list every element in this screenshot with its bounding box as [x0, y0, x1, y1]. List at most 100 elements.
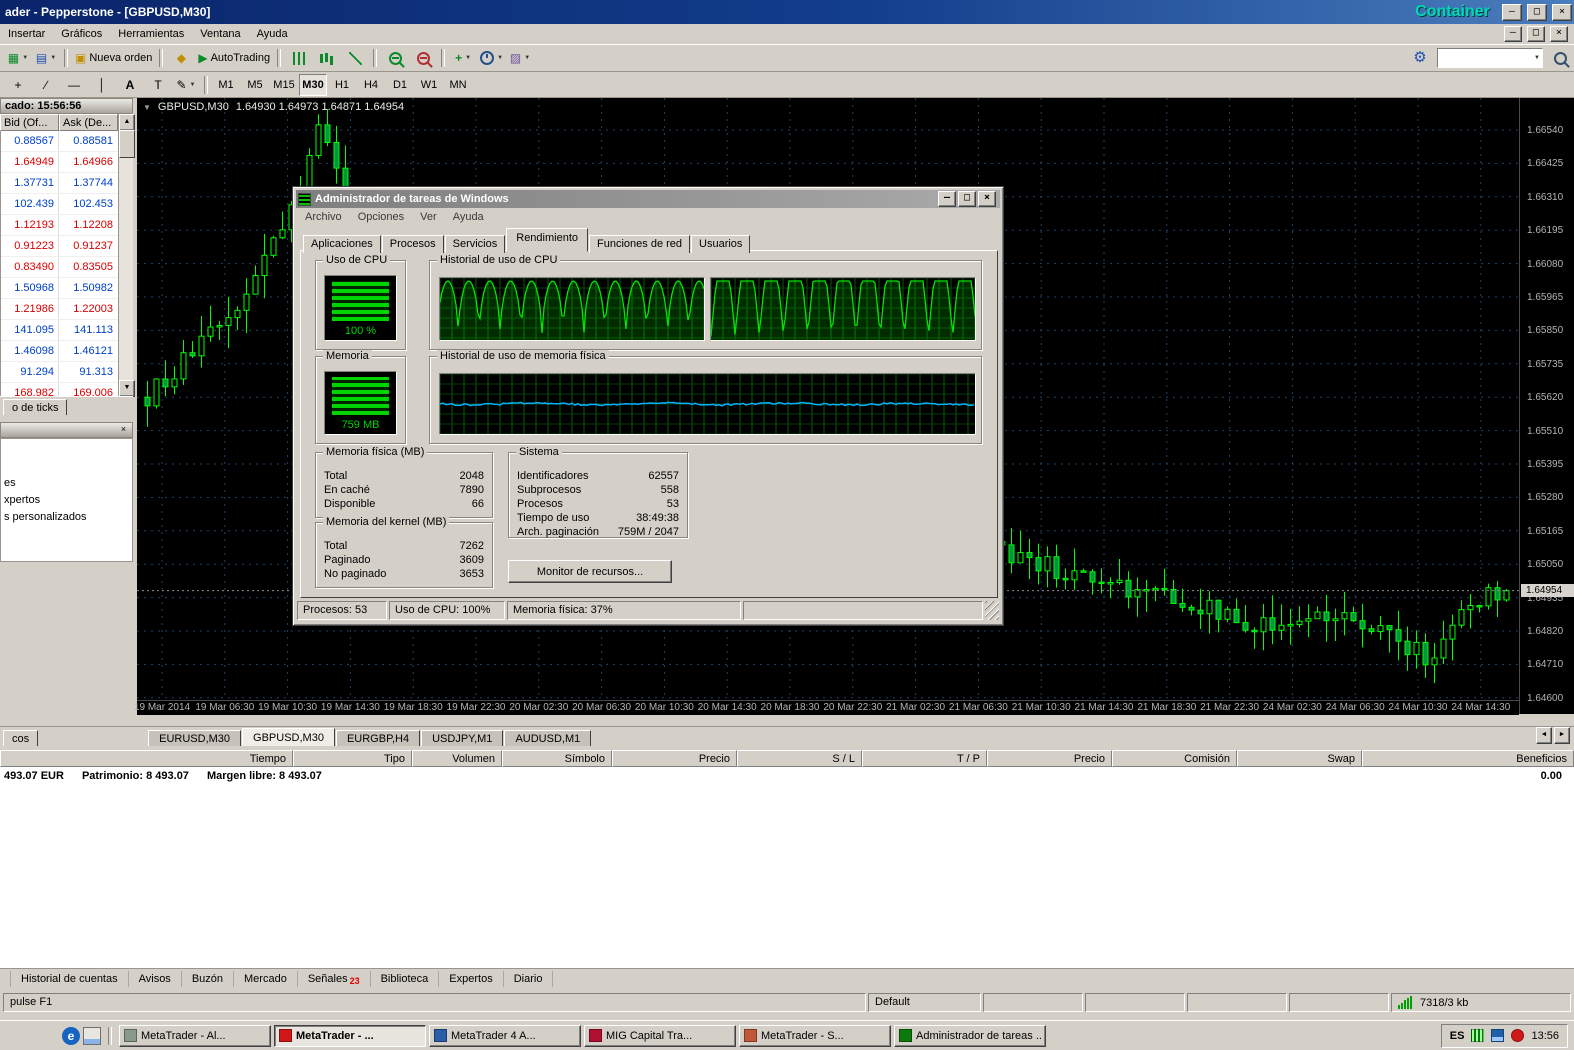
maximize-button[interactable]: □ — [1527, 4, 1547, 21]
terminal-column-s-mbolo-3[interactable]: Símbolo — [502, 750, 612, 767]
menu-ventana[interactable]: Ventana — [192, 25, 248, 43]
periods-button[interactable]: ▼ — [477, 47, 506, 69]
text-label-button[interactable]: T — [144, 74, 172, 96]
resource-monitor-button[interactable]: Monitor de recursos... — [508, 560, 672, 583]
market-watch-row[interactable]: 0.912230.91237 — [1, 236, 118, 257]
chart-tab-eurgbp-h4[interactable]: EURGBP,H4 — [336, 730, 420, 746]
terminal-tab-biblioteca[interactable]: Biblioteca — [371, 971, 440, 987]
tab-scroll-left-icon[interactable]: ◄ — [1536, 727, 1552, 744]
mdi-close-button[interactable]: × — [1550, 26, 1568, 42]
scroll-down-icon[interactable]: ▼ — [119, 380, 135, 397]
market-watch-caption[interactable]: cado: 15:56:56 — [0, 98, 133, 114]
search-input[interactable] — [1440, 51, 1534, 65]
taskbar-button-metatrader-al[interactable]: MetaTrader - Al... — [119, 1025, 271, 1047]
account-balance-row[interactable]: 493.07 EURPatrimonio: 8 493.07Margen lib… — [0, 767, 1574, 785]
tab-scroll-right-icon[interactable]: ► — [1554, 727, 1570, 744]
bid-column-header[interactable]: Bid (Of... — [0, 114, 59, 131]
mdi-minimize-button[interactable]: – — [1504, 26, 1522, 42]
market-watch-row[interactable]: 1.649491.64966 — [1, 152, 118, 173]
terminal-column-precio-4[interactable]: Precio — [612, 750, 737, 767]
minimize-button[interactable]: – — [1502, 4, 1522, 21]
templates-button[interactable]: ▨▼ — [506, 47, 534, 69]
vertical-line-button[interactable]: │ — [88, 74, 116, 96]
new-chart-button[interactable]: ▦▼ — [4, 47, 32, 69]
tm-menu-archivo[interactable]: Archivo — [297, 209, 350, 226]
candlestick-chart-button[interactable] — [313, 47, 341, 69]
tm-tab-servicios[interactable]: Servicios — [445, 235, 506, 253]
timeframe-h1[interactable]: H1 — [328, 74, 356, 96]
language-indicator[interactable]: ES — [1450, 1030, 1465, 1042]
ask-column-header[interactable]: Ask (De... — [59, 114, 118, 131]
tm-tab-funciones-de-red[interactable]: Funciones de red — [589, 235, 690, 253]
autotrading-button[interactable]: ▶AutoTrading — [195, 47, 273, 69]
market-watch-row[interactable]: 168.982169.006 — [1, 383, 118, 397]
timeframe-h4[interactable]: H4 — [357, 74, 385, 96]
taskbar-button-mig-capital-tra[interactable]: MIG Capital Tra... — [584, 1025, 736, 1047]
tm-close-button[interactable]: × — [978, 191, 996, 207]
price-scale[interactable]: 1.665401.664251.663101.661951.660801.659… — [1519, 98, 1574, 714]
market-watch-row[interactable]: 1.377311.37744 — [1, 173, 118, 194]
line-chart-button[interactable] — [341, 47, 369, 69]
network-tray-icon[interactable] — [1491, 1029, 1504, 1042]
mdi-restore-button[interactable]: □ — [1527, 26, 1545, 42]
navigator-item[interactable]: xpertos — [1, 492, 132, 509]
timeframe-m5[interactable]: M5 — [241, 74, 269, 96]
tick-chart-tab[interactable]: o de ticks — [3, 399, 67, 415]
scroll-up-icon[interactable]: ▲ — [119, 114, 135, 131]
chart-tab-audusd-m1[interactable]: AUDUSD,M1 — [504, 730, 591, 746]
price-chart-tray-icon[interactable] — [1471, 1029, 1484, 1042]
tm-maximize-button[interactable]: □ — [958, 191, 976, 207]
timeframe-m1[interactable]: M1 — [212, 74, 240, 96]
terminal-tab-historial-de-cuentas[interactable]: Historial de cuentas — [10, 971, 129, 987]
scrollbar-thumb[interactable] — [119, 130, 135, 158]
tm-menu-ayuda[interactable]: Ayuda — [445, 209, 492, 226]
timeframe-m15[interactable]: M15 — [270, 74, 298, 96]
navigator-item[interactable]: es — [1, 475, 132, 492]
terminal-column-precio-7[interactable]: Precio — [987, 750, 1112, 767]
clock[interactable]: 13:56 — [1531, 1030, 1559, 1042]
terminal-tab-diario[interactable]: Diario — [504, 971, 554, 987]
terminal-column-s-l-5[interactable]: S / L — [737, 750, 862, 767]
market-watch-row[interactable]: 141.095141.113 — [1, 320, 118, 341]
tm-tab-aplicaciones[interactable]: Aplicaciones — [303, 235, 381, 253]
tm-minimize-button[interactable]: – — [938, 191, 956, 207]
navigator-close-icon[interactable]: × — [117, 424, 130, 436]
trendline-button[interactable]: ∕ — [32, 74, 60, 96]
indicators-button[interactable]: +▼ — [449, 47, 477, 69]
taskbar-button-administrador-de-tareas[interactable]: Administrador de tareas ... — [894, 1025, 1046, 1047]
chart-tab-gbpusd-m30[interactable]: GBPUSD,M30 — [242, 728, 335, 746]
timeframe-mn[interactable]: MN — [444, 74, 472, 96]
new-order-button[interactable]: ▣Nueva orden — [72, 47, 155, 69]
timeframe-d1[interactable]: D1 — [386, 74, 414, 96]
market-watch-row[interactable]: 102.439102.453 — [1, 194, 118, 215]
alert-tray-icon[interactable] — [1511, 1029, 1524, 1042]
timeframe-w1[interactable]: W1 — [415, 74, 443, 96]
terminal-column-volumen-2[interactable]: Volumen — [412, 750, 502, 767]
horizontal-line-button[interactable]: — — [60, 74, 88, 96]
close-button[interactable]: × — [1552, 4, 1572, 21]
tm-tab-usuarios[interactable]: Usuarios — [691, 235, 750, 253]
navigator-item[interactable]: s personalizados — [1, 509, 132, 526]
terminal-tab-se-ales[interactable]: Señales23 — [298, 971, 371, 987]
terminal-column-tipo-1[interactable]: Tipo — [293, 750, 412, 767]
tm-menu-ver[interactable]: Ver — [412, 209, 445, 226]
market-watch-row[interactable]: 1.509681.50982 — [1, 278, 118, 299]
internet-explorer-icon[interactable]: e — [62, 1027, 80, 1045]
terminal-column-tiempo-0[interactable]: Tiempo — [0, 750, 293, 767]
status-profile[interactable]: Default — [868, 993, 981, 1012]
navigator-caption[interactable]: × — [0, 422, 133, 438]
zoom-in-button[interactable] — [381, 47, 409, 69]
task-manager-title-bar[interactable]: Administrador de tareas de Windows – □ × — [296, 190, 1000, 208]
show-desktop-icon[interactable] — [83, 1027, 101, 1045]
market-watch-row[interactable]: 1.460981.46121 — [1, 341, 118, 362]
market-watch-row[interactable]: 0.834900.83505 — [1, 257, 118, 278]
tm-tab-procesos[interactable]: Procesos — [382, 235, 444, 253]
menu-insertar[interactable]: Insertar — [0, 25, 53, 43]
chart-tab-eurusd-m30[interactable]: EURUSD,M30 — [148, 730, 241, 746]
chart-tab-usdjpy-m1[interactable]: USDJPY,M1 — [421, 730, 503, 746]
search-dropdown-icon[interactable]: ▼ — [1534, 55, 1540, 61]
search-button[interactable] — [1546, 47, 1574, 69]
expert-advisors-button[interactable]: ◆ — [167, 47, 195, 69]
draw-tools-button[interactable]: ✎▼ — [172, 74, 200, 96]
text-tool-button[interactable]: A — [116, 74, 144, 96]
